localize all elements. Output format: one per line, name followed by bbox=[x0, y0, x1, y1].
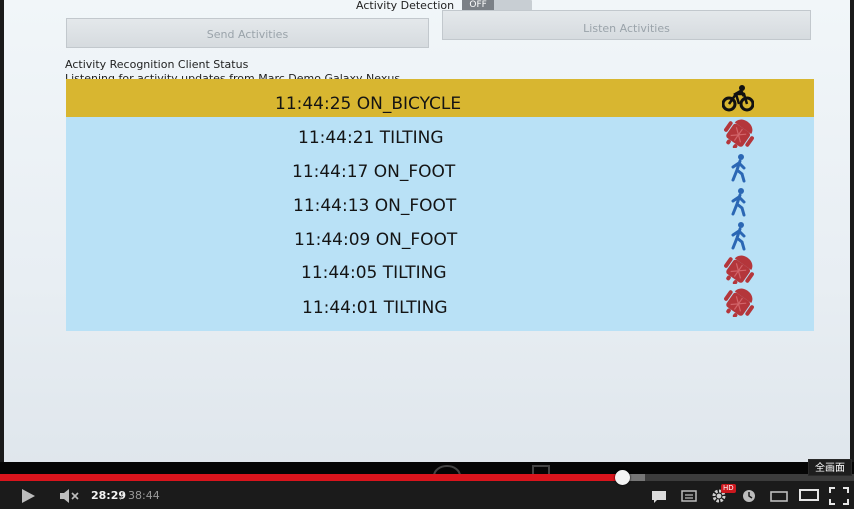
annotations-icon[interactable] bbox=[681, 490, 697, 502]
list-item[interactable]: 11:44:25 ON_BICYCLE bbox=[66, 79, 814, 117]
listen-activities-button[interactable]: Listen Activities bbox=[442, 10, 811, 40]
activity-text: 11:44:09 ON_FOOT bbox=[294, 230, 458, 250]
fullscreen-icon[interactable] bbox=[829, 487, 849, 505]
hd-badge: HD bbox=[721, 484, 736, 493]
scrubber-handle[interactable] bbox=[615, 470, 630, 485]
theater-mode-icon[interactable] bbox=[799, 488, 819, 502]
activity-text: 11:44:01 TILTING bbox=[302, 298, 448, 318]
watch-later-icon[interactable] bbox=[742, 489, 756, 503]
list-item[interactable]: 11:44:13 ON_FOOT bbox=[66, 188, 814, 222]
list-item[interactable]: 11:44:01 TILTING bbox=[66, 288, 814, 324]
android-tilt-icon bbox=[724, 288, 754, 317]
activity-text: 11:44:05 TILTING bbox=[301, 263, 447, 283]
send-activities-button[interactable]: Send Activities bbox=[66, 18, 429, 48]
fullscreen-tooltip: 全画面 bbox=[808, 459, 852, 476]
small-player-icon[interactable] bbox=[770, 490, 788, 502]
list-item[interactable]: 11:44:17 ON_FOOT bbox=[66, 154, 814, 188]
list-item[interactable]: 11:44:05 TILTING bbox=[66, 255, 814, 290]
mute-icon[interactable] bbox=[59, 489, 81, 503]
android-tilt-icon bbox=[724, 119, 754, 148]
captions-icon[interactable] bbox=[651, 490, 667, 504]
time-separator: / bbox=[120, 489, 124, 502]
bicycle-icon bbox=[722, 85, 754, 112]
activity-text: 11:44:25 ON_BICYCLE bbox=[275, 94, 462, 114]
duration: 38:44 bbox=[128, 489, 160, 502]
list-item[interactable]: 11:44:09 ON_FOOT bbox=[66, 222, 814, 256]
walking-icon bbox=[731, 188, 746, 217]
walking-icon bbox=[731, 154, 746, 183]
list-item[interactable]: 11:44:21 TILTING bbox=[66, 119, 814, 154]
tablet-screen: Activity Detection OFF Send Activities L… bbox=[4, 0, 850, 470]
progress-played bbox=[0, 474, 623, 481]
android-tilt-icon bbox=[724, 255, 754, 284]
status-title: Activity Recognition Client Status bbox=[65, 58, 249, 71]
activity-text: 11:44:13 ON_FOOT bbox=[293, 196, 457, 216]
play-icon[interactable] bbox=[20, 488, 36, 504]
activity-text: 11:44:17 ON_FOOT bbox=[292, 162, 456, 182]
walking-icon bbox=[731, 222, 746, 251]
activity-detection-label: Activity Detection bbox=[356, 0, 455, 12]
activity-list: 11:44:25 ON_BICYCLE 11:44:21 TILTING 11:… bbox=[66, 79, 814, 331]
activity-text: 11:44:21 TILTING bbox=[298, 128, 444, 148]
